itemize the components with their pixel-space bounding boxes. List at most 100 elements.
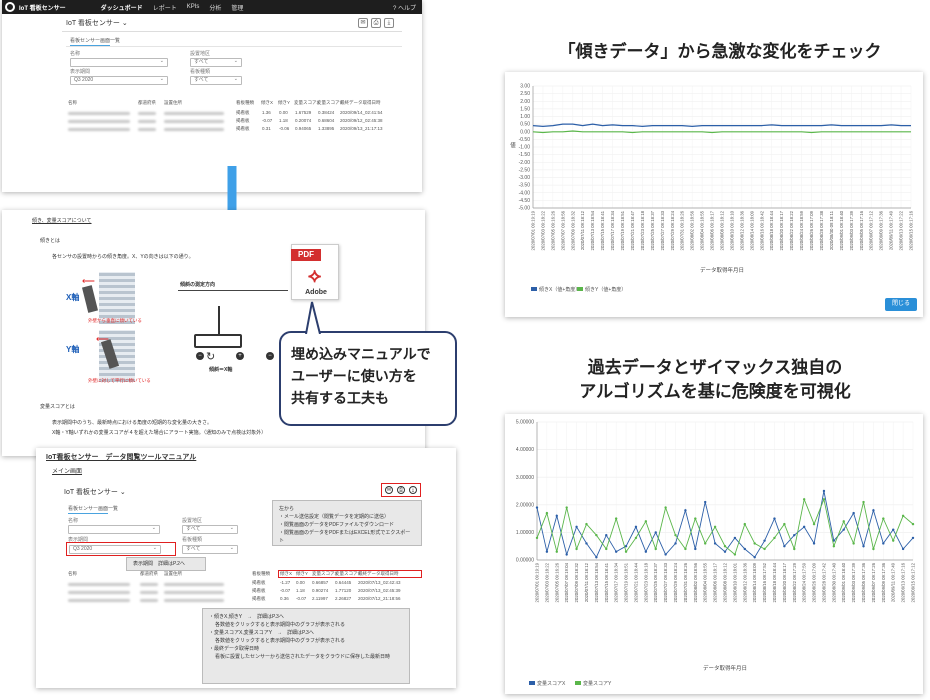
data-point	[605, 547, 608, 551]
cell-score-y[interactable]: 0.38424	[318, 110, 334, 115]
data-point	[901, 547, 905, 551]
x-tick-label: 2020/07/27 09:18:33	[663, 562, 668, 602]
col-header: 変量スコアX	[294, 100, 320, 105]
columns-note-line: ・変量スコアX,変量スコアY → 詳細はP.3へ	[209, 630, 314, 636]
x-tick-label: 2020/08/14 09:18:09	[749, 210, 754, 250]
blurred-address	[164, 583, 224, 586]
header-select[interactable]: IoT 看板センサー ⌄	[66, 20, 128, 28]
cell-score-x[interactable]: 0.90274	[312, 588, 328, 593]
nav-kpis[interactable]: KPIs	[182, 4, 205, 10]
data-point	[733, 536, 737, 540]
table-row[interactable]: 掲看板 -0.07 1.18 0.20074 0.68604 2020/09/1…	[68, 118, 398, 124]
doc-pdf-icon[interactable]: ⎙	[397, 486, 405, 494]
toolbar-note: 左から ・メール送信設定（閲覧データを定期的に送信） ・閲覧画面のデータをPDF…	[272, 500, 422, 546]
filter-divider	[66, 46, 402, 47]
cell-tilt-y[interactable]: 0.00	[279, 110, 288, 115]
doc-mail-icon[interactable]: ✉	[385, 486, 393, 494]
toolbar-note-line: ・閲覧画面のデータをPDFまたはEXCEL形式でエクスポート	[279, 530, 411, 544]
y-tick-label: -1.50	[519, 152, 531, 158]
cell-score-y[interactable]: 1.77120	[335, 588, 351, 593]
col-header: 設置住所	[164, 100, 182, 105]
x-tick-label: 2020/07/21 09:18:44	[633, 562, 638, 602]
data-point	[713, 525, 717, 529]
x-tick-label: 2020/07/17 09:18:34	[614, 562, 619, 602]
cell-last-date: 2020/09/12_02:45:38	[340, 118, 383, 123]
data-point	[565, 506, 568, 509]
cell-tilt-x[interactable]: 0.31	[262, 126, 271, 131]
x-caption: 外壁から垂直に傾いている	[88, 318, 142, 323]
x-tick-label: 2020/08/08 09:18:12	[723, 562, 728, 602]
data-point	[852, 511, 855, 515]
y-tick-label: 3.00	[520, 84, 530, 90]
cell-tilt-x[interactable]: -0.07	[280, 588, 290, 593]
data-point	[565, 553, 568, 556]
data-point	[862, 545, 865, 548]
cell-score-x[interactable]: 0.94065	[295, 126, 311, 131]
filter-name-select[interactable]	[70, 58, 168, 67]
x-tick-label: 2020/08/18 09:18:44	[772, 562, 777, 602]
data-point	[585, 542, 588, 545]
data-point	[783, 545, 786, 548]
col-header: 変量スコアY	[335, 571, 361, 576]
close-button[interactable]: 閉じる	[885, 298, 917, 311]
cell-score-y[interactable]: 1.33895	[318, 126, 334, 131]
export-button[interactable]: ⤓	[384, 18, 394, 28]
doc-header-select[interactable]: IoT 看板センサー ⌄	[64, 487, 126, 497]
doc-export-icon[interactable]: ⤓	[409, 486, 417, 494]
table-row[interactable]: 掲看板 1.36 0.00 1.67529 0.38424 2020/09/14…	[68, 110, 398, 116]
cell-tilt-x[interactable]: 1.36	[262, 110, 271, 115]
score-line-chart: 5.00000 4.00000 3.00000 2.00000 1.00000 0.000…	[516, 420, 916, 672]
blurred-name	[68, 120, 130, 123]
cell-tilt-x[interactable]: 0.36	[280, 596, 289, 601]
cell-score-x[interactable]: 0.20074	[295, 118, 311, 123]
doc-filter-area[interactable]: すべて	[182, 525, 238, 534]
cell-tilt-y[interactable]: -0.07	[296, 596, 306, 601]
nav-admin[interactable]: 管理	[226, 3, 248, 12]
cell-score-y[interactable]: 2.26827	[335, 596, 351, 601]
manual-doc-subtitle: メイン画面	[52, 469, 83, 475]
cell-tilt-x[interactable]: -0.07	[262, 118, 272, 123]
cell-score-y[interactable]: 0.64445	[335, 580, 351, 585]
legend-swatch-green	[575, 681, 581, 685]
col-header: 傾きX	[261, 100, 274, 105]
x-tick-label: 2020/07/23 09:18:18	[643, 562, 648, 602]
x-tick-label: 2020/07/07 09:18:56	[560, 210, 565, 250]
data-point	[674, 533, 677, 537]
nav-dashboard[interactable]: ダッシュボード	[96, 3, 148, 12]
mail-settings-button[interactable]: ✉	[358, 18, 368, 28]
nav-analysis[interactable]: 分析	[204, 3, 226, 12]
filter-period-select[interactable]: Q3 2020	[70, 76, 168, 85]
cell-tilt-y[interactable]: 0.00	[296, 580, 305, 585]
blurred-address	[164, 599, 224, 602]
doc-filter-name[interactable]	[68, 525, 160, 534]
cell-score-x[interactable]: 0.66857	[312, 580, 328, 585]
cell-score-x[interactable]: 2.11997	[312, 596, 328, 601]
y-caption: 外壁に対して平行に傾いている	[88, 378, 151, 383]
columns-note: ・傾きX,傾きY → 詳細はP.3へ 各数値をクリックすると表示期間中のグラフが…	[202, 608, 410, 684]
help-link[interactable]: ? ヘルプ	[393, 3, 416, 12]
x-tick-label: 2020/07/11 09:18:12	[580, 210, 585, 250]
filter-area-select[interactable]: すべて	[190, 58, 242, 67]
data-point	[644, 520, 648, 523]
doc-filter-type[interactable]: すべて	[182, 545, 238, 554]
doc-filter-period[interactable]: Q3 2020	[69, 545, 161, 554]
x-tick-label: 2020/07/09 09:18:32	[570, 210, 575, 250]
legend-swatch-blue	[529, 681, 535, 685]
tab-sensor-list[interactable]: 看板センサー画面一覧	[70, 38, 120, 45]
y-tick-label: 0.00000	[516, 558, 534, 564]
x-tick-label: 2020/07/31 09:18:26	[683, 562, 688, 602]
pdf-download-button[interactable]: ⎙	[371, 18, 381, 28]
cell-tilt-x[interactable]: -1.27	[280, 580, 290, 585]
col-header: 都道府県	[140, 571, 158, 576]
nav-report[interactable]: レポート	[148, 3, 182, 12]
cell-tilt-y[interactable]: 1.18	[296, 588, 305, 593]
cell-tilt-y[interactable]: 1.18	[279, 118, 288, 123]
cell-score-x[interactable]: 1.67529	[295, 110, 311, 115]
x-tick-label: 2020/07/01 09:19:19	[535, 562, 540, 602]
table-row[interactable]: 掲看板 0.31 -0.06 0.94065 1.33895 2020/09/1…	[68, 126, 398, 132]
cell-score-y[interactable]: 0.68604	[318, 118, 334, 123]
cell-type: 掲看板	[252, 580, 266, 585]
cell-tilt-y[interactable]: -0.06	[279, 126, 289, 131]
filter-type-select[interactable]: すべて	[190, 76, 242, 85]
doc-filter-label-type: 看板種類	[182, 537, 203, 543]
